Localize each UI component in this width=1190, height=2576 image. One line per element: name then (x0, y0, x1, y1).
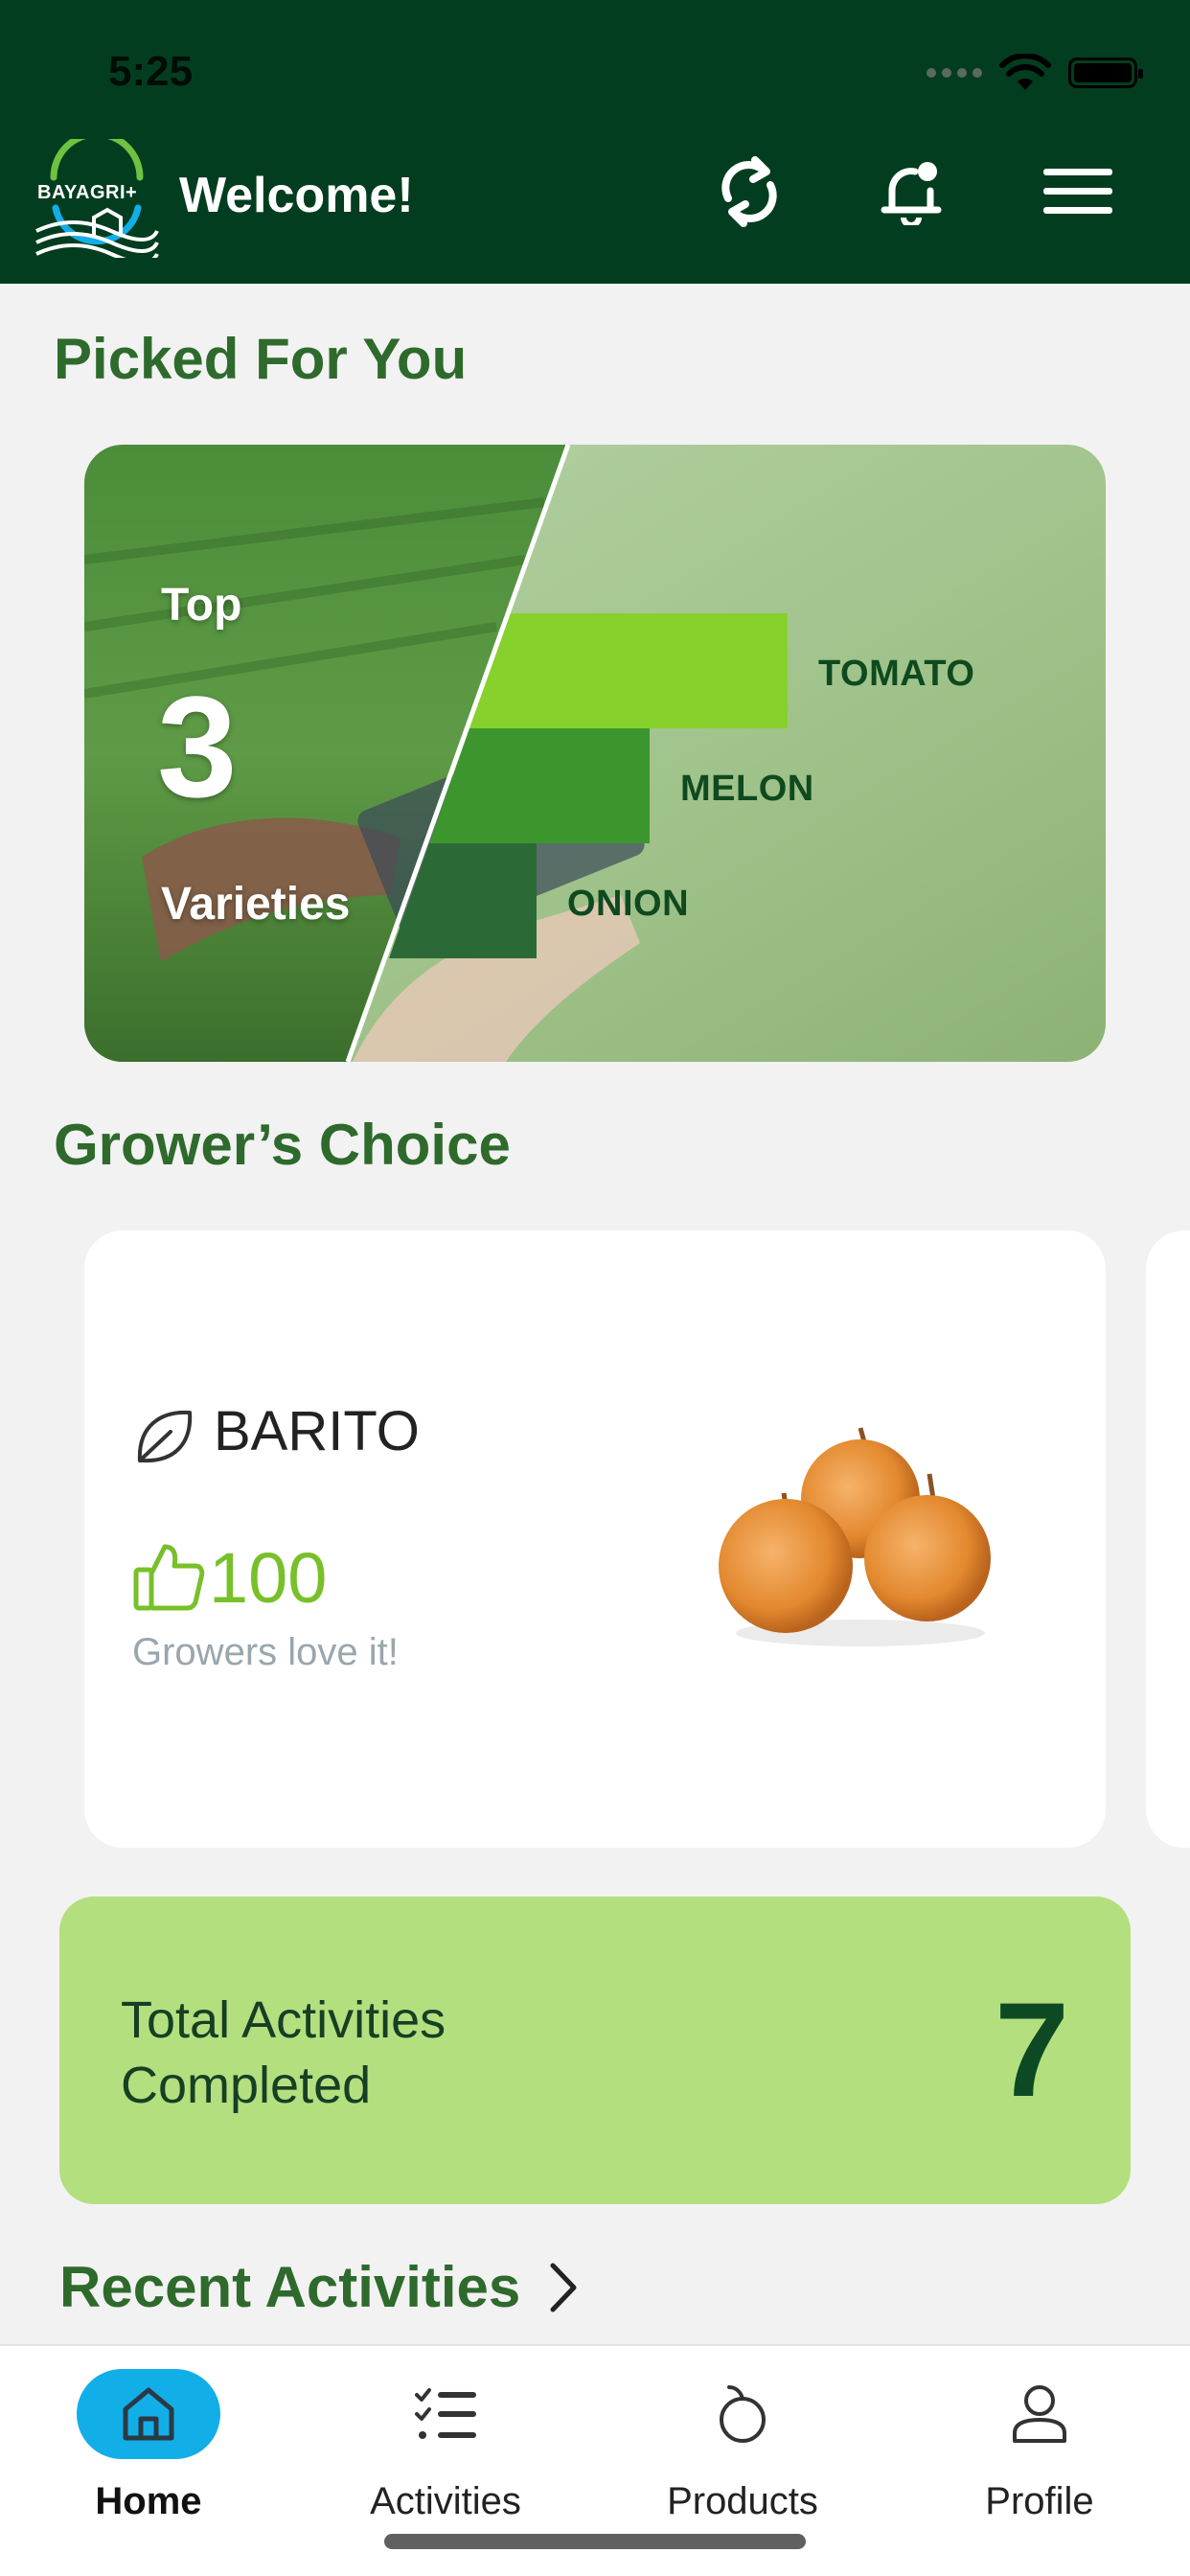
nav-label-profile: Profile (985, 2480, 1094, 2522)
logo-text: BAYAGRI+ (37, 182, 138, 203)
nav-label-home: Home (95, 2480, 202, 2522)
nav-tab-products[interactable]: Products (594, 2369, 891, 2542)
picked-for-you-title: Picked For You (54, 327, 468, 391)
banner-top-label: Top (161, 580, 242, 631)
growers-choice-card[interactable]: BARITO 100 Growers love it! (84, 1230, 1106, 1848)
likes-caption: Growers love it! (132, 1631, 399, 1673)
recent-activities-link[interactable]: Recent Activities (59, 2254, 578, 2320)
growers-choice-title: Grower’s Choice (54, 1113, 511, 1177)
recent-activities-title: Recent Activities (59, 2255, 521, 2319)
crop-label-melon: MELON (680, 769, 814, 809)
onion-image (719, 1427, 991, 1646)
nav-tab-profile[interactable]: Profile (891, 2369, 1188, 2542)
thumbs-up-icon (133, 1544, 205, 1611)
home-icon (123, 2387, 174, 2441)
menu-button[interactable] (1040, 153, 1116, 230)
total-activities-card[interactable]: Total Activities Completed 7 (59, 1897, 1131, 2204)
leaf-icon (137, 1410, 193, 1463)
variety-name: BARITO (214, 1400, 420, 1462)
likes-count: 100 (209, 1538, 328, 1618)
crop-label-tomato: TOMATO (818, 654, 975, 694)
home-indicator (384, 2534, 806, 2549)
nav-label-products: Products (667, 2480, 818, 2522)
menu-icon (1043, 169, 1112, 214)
status-icons (927, 54, 1143, 92)
battery-icon (1068, 58, 1143, 88)
wifi-icon (999, 54, 1051, 90)
sync-button[interactable] (711, 153, 788, 230)
top-varieties-banner[interactable]: Top 3 Varieties TOMATO MELON ONION (84, 445, 1106, 1062)
banner-number: 3 (157, 666, 238, 827)
bayagri-logo: BAYAGRI+ (34, 130, 159, 264)
status-time: 5:25 (108, 48, 194, 95)
app-header: 5:25 BAYAGRI+ Welcome! (0, 0, 1190, 284)
banner-varieties-label: Varieties (161, 879, 351, 930)
nav-tab-activities[interactable]: Activities (297, 2369, 594, 2542)
crop-label-onion: ONION (567, 884, 690, 924)
sync-icon (721, 156, 777, 227)
nav-tab-home[interactable]: Home (0, 2369, 297, 2542)
checklist-icon (415, 2388, 476, 2439)
nav-label-activities: Activities (370, 2480, 521, 2522)
apple-icon (720, 2385, 766, 2443)
total-activities-value: 7 (995, 1974, 1069, 2125)
signal-icon (927, 68, 982, 78)
next-choice-card[interactable] (1146, 1230, 1190, 1848)
total-activities-label: Total Activities Completed (121, 1991, 446, 2114)
notifications-button[interactable] (873, 153, 950, 230)
banner-background (84, 445, 1106, 1062)
chevron-right-icon (550, 2263, 577, 2312)
notification-bell-icon (881, 162, 942, 225)
person-icon (1013, 2385, 1066, 2443)
welcome-title: Welcome! (179, 168, 414, 223)
